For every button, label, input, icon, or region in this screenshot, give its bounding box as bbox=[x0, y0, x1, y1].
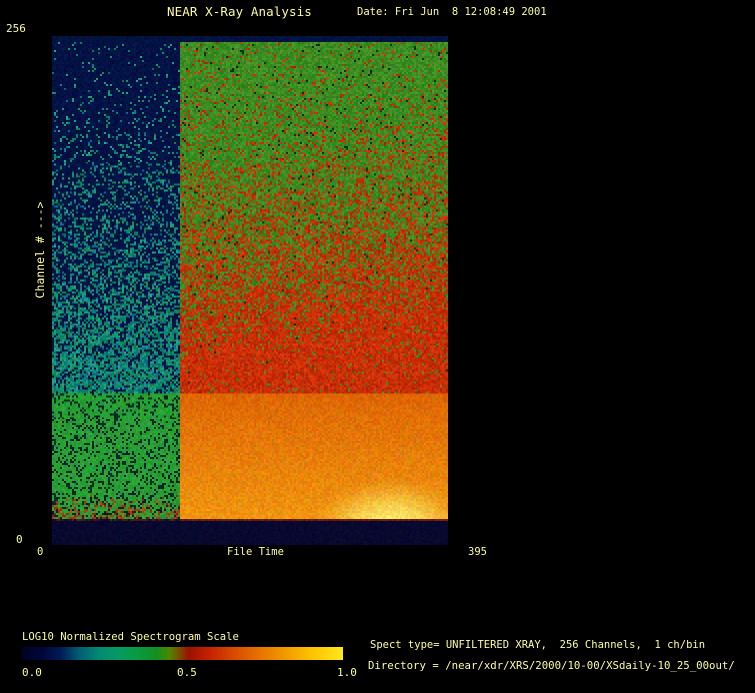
y-axis-max-label: 256 bbox=[6, 22, 26, 35]
colorbar-gradient bbox=[22, 647, 343, 660]
colorbar-tick-min: 0.0 bbox=[22, 666, 42, 679]
near-xray-analysis-window: NEAR X-Ray Analysis Date: Fri Jun 8 12:0… bbox=[0, 0, 755, 693]
y-axis-min-label: 0 bbox=[16, 533, 23, 546]
colorbar-label: LOG10 Normalized Spectrogram Scale bbox=[22, 631, 239, 643]
spectrogram-image bbox=[52, 36, 448, 545]
x-axis-max-label: 395 bbox=[468, 546, 487, 558]
spect-type-line: Spect type= UNFILTERED XRAY, 256 Channel… bbox=[370, 639, 705, 651]
y-axis-title: Channel # ---> bbox=[33, 202, 47, 299]
directory-line: Directory = /near/xdr/XRS/2000/10-00/XSd… bbox=[368, 659, 735, 672]
page-title: NEAR X-Ray Analysis bbox=[167, 4, 312, 19]
colorbar-tick-mid: 0.5 bbox=[177, 666, 197, 679]
date-label: Date: Fri Jun 8 12:08:49 2001 bbox=[357, 6, 547, 18]
x-axis-title: File Time bbox=[227, 546, 284, 558]
colorbar-tick-max: 1.0 bbox=[337, 666, 357, 679]
x-axis-min-label: 0 bbox=[37, 546, 43, 558]
